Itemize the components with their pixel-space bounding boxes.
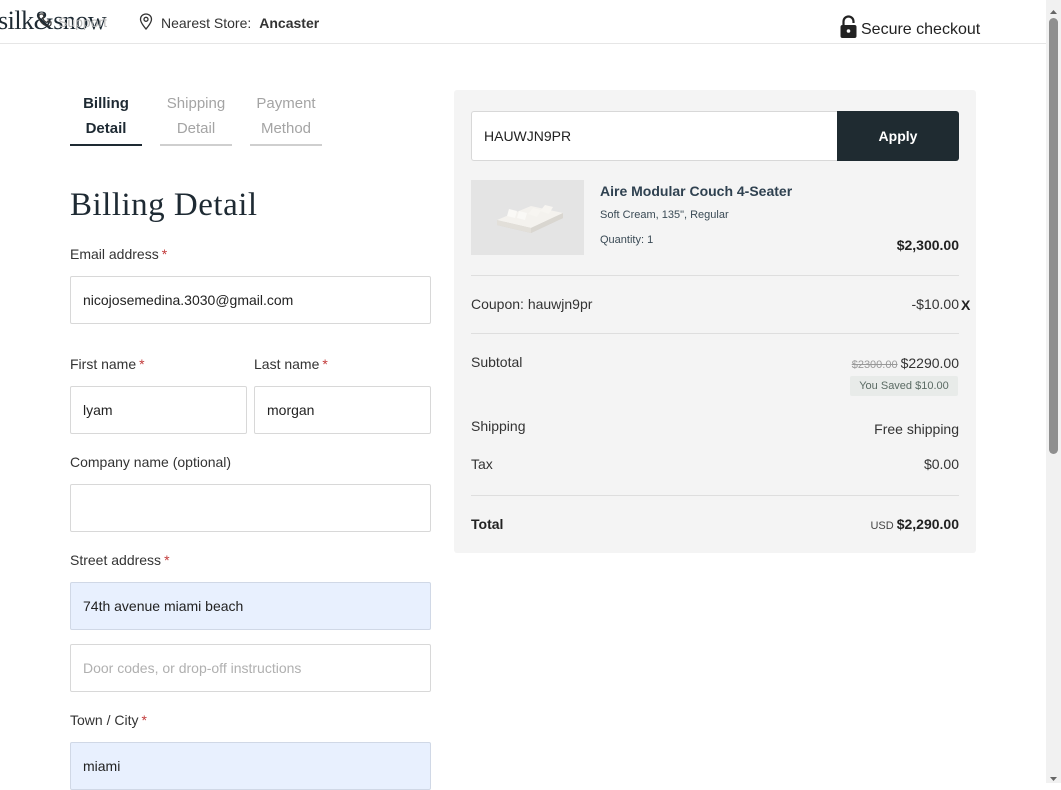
first-name-label: First name * (70, 356, 145, 372)
saved-badge: You Saved $10.00 (850, 376, 958, 396)
coupon-label: Coupon: hauwjn9pr (471, 296, 593, 312)
street-address-line2-field[interactable] (70, 644, 431, 692)
step-shipping-detail[interactable]: Shipping Detail (160, 91, 232, 146)
step-label-line2: Detail (176, 120, 216, 137)
subtotal-original-price: $2300.00 (851, 359, 898, 371)
phone-icon (38, 13, 52, 30)
scrollbar-thumb[interactable] (1049, 18, 1058, 454)
step-label-line2: Detail (85, 120, 127, 137)
first-name-field[interactable] (70, 386, 247, 434)
street-address-field[interactable] (70, 582, 431, 630)
scroll-up-arrow-icon[interactable] (1049, 3, 1058, 14)
step-label-line1: Payment (256, 95, 316, 112)
email-label-text: Email address (70, 246, 159, 262)
company-field[interactable] (70, 484, 431, 532)
subtotal-label: Subtotal (471, 354, 523, 370)
company-label: Company name (optional) (70, 454, 232, 470)
coupon-code-input[interactable] (471, 111, 838, 161)
subtotal-value: $2300.00 $2290.00 (852, 355, 959, 371)
shipping-value: Free shipping (874, 421, 959, 437)
step-label-line2: Method (260, 120, 312, 137)
checkout-steps: Billing Detail Shipping Detail Payment M… (70, 91, 322, 146)
product-quantity: Quantity: 1 (600, 234, 654, 246)
divider (471, 333, 959, 334)
lock-icon (839, 15, 858, 44)
tax-value: $0.00 (923, 456, 959, 472)
shipping-label: Shipping (471, 418, 526, 434)
page-title: Billing Detail (70, 187, 258, 223)
last-name-field[interactable] (254, 386, 431, 434)
product-price: $2,300.00 (896, 237, 959, 253)
coupon-discount-value: -$10.00 (911, 296, 959, 312)
last-name-label: Last name * (254, 356, 328, 372)
total-label: Total (471, 516, 504, 532)
city-label-text: Town / City (70, 712, 139, 728)
tax-label: Tax (471, 456, 493, 472)
step-payment-method[interactable]: Payment Method (250, 91, 322, 146)
secure-label: Secure checkout (861, 20, 981, 38)
store-prefix: Nearest Store: (161, 15, 252, 31)
site-header: silk&snow Support Nearest Store: Ancaste… (0, 0, 1046, 44)
required-mark: * (139, 356, 145, 372)
divider (471, 495, 959, 496)
nearest-store[interactable]: Nearest Store: Ancaster (139, 13, 319, 33)
step-label-line1: Billing (83, 95, 129, 112)
secure-checkout: Secure checkout (839, 15, 980, 44)
step-label-line1: Shipping (166, 95, 226, 112)
street-label-text: Street address (70, 552, 162, 568)
product-image (471, 180, 584, 255)
product-variant: Soft Cream, 135", Regular (600, 209, 729, 221)
email-label: Email address * (70, 246, 167, 262)
required-mark: * (141, 712, 147, 728)
remove-coupon-button[interactable]: X (961, 297, 970, 313)
product-name[interactable]: Aire Modular Couch 4-Seater (600, 183, 792, 199)
required-mark: * (161, 246, 168, 262)
first-name-label-text: First name (70, 356, 137, 372)
email-field[interactable] (70, 276, 431, 324)
city-label: Town / City * (70, 712, 147, 728)
step-billing-detail[interactable]: Billing Detail (70, 91, 142, 146)
total-amount: $2,290.00 (896, 516, 959, 532)
required-mark: * (164, 552, 170, 568)
scroll-down-arrow-icon[interactable] (1049, 770, 1058, 781)
divider (471, 275, 959, 276)
support-link[interactable]: Support (38, 13, 107, 30)
total-currency: USD (870, 520, 894, 532)
apply-coupon-button[interactable]: Apply (837, 111, 959, 161)
support-label: Support (58, 13, 108, 30)
last-name-label-text: Last name (254, 356, 320, 372)
location-pin-icon (139, 13, 153, 33)
store-name: Ancaster (259, 15, 320, 31)
street-label: Street address * (70, 552, 170, 568)
required-mark: * (322, 356, 328, 372)
total-value: USD $2,290.00 (870, 516, 959, 532)
subtotal-discounted-price: $2290.00 (900, 355, 959, 371)
